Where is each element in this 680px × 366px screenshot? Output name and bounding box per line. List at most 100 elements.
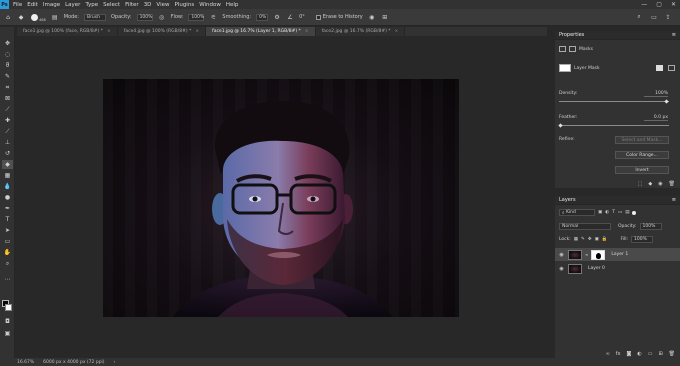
clone-stamp-tool-icon[interactable]: ⊥ xyxy=(2,138,13,147)
layer-style-button[interactable]: fx xyxy=(616,351,621,357)
share-icon[interactable]: ⇪ xyxy=(664,13,672,21)
close-icon[interactable]: ✕ xyxy=(671,1,676,8)
search-icon[interactable]: ⌕ xyxy=(635,13,643,21)
color-range-button[interactable]: Color Range... xyxy=(615,151,669,159)
lock-position-icon[interactable]: ✥ xyxy=(588,237,592,242)
brush-settings-icon[interactable]: ▤ xyxy=(51,13,59,21)
pressure-size-icon[interactable]: ◉ xyxy=(368,13,376,21)
type-tool-icon[interactable]: T xyxy=(2,215,13,224)
erase-to-history-checkbox[interactable]: Erase to History xyxy=(315,14,363,20)
layer-name[interactable]: Layer 0 xyxy=(588,266,605,271)
minimize-icon[interactable]: — xyxy=(641,1,647,8)
adjustment-filter-icon[interactable]: ◐ xyxy=(605,210,609,215)
menu-view[interactable]: View xyxy=(156,2,169,8)
gradient-tool-icon[interactable]: ▦ xyxy=(2,171,13,180)
eraser-tool-icon[interactable]: ◆ xyxy=(2,160,13,169)
close-icon[interactable]: × xyxy=(107,29,111,34)
filter-toggle-icon[interactable] xyxy=(632,210,637,215)
layers-title[interactable]: Layers xyxy=(559,197,576,203)
hand-tool-icon[interactable]: ✋ xyxy=(2,248,13,257)
apply-mask-icon[interactable]: ◆ xyxy=(648,181,652,187)
menu-3d[interactable]: 3D xyxy=(144,2,152,8)
density-slider[interactable] xyxy=(559,101,669,102)
menu-filter[interactable]: Filter xyxy=(125,2,139,8)
properties-title[interactable]: Properties xyxy=(559,32,584,38)
smart-object-filter-icon[interactable]: ▤ xyxy=(625,210,629,215)
new-layer-icon[interactable]: ⊞ xyxy=(658,351,662,357)
lock-all-icon[interactable]: 🔒 xyxy=(602,237,608,242)
tab-face2[interactable]: face2.jpg @ 16.7% (RGB/8#) * × xyxy=(315,27,406,36)
healing-brush-tool-icon[interactable]: ✚ xyxy=(2,116,13,125)
tab-face1-layer1[interactable]: face1.jpg @ 16.7% (Layer 1, RGB/8#) * × xyxy=(206,27,316,36)
pressure-opacity-icon[interactable]: ◎ xyxy=(158,13,166,21)
layer-mask-thumbnail[interactable] xyxy=(591,249,606,260)
home-icon[interactable]: ⌂ xyxy=(4,13,12,21)
layer-row-layer-0[interactable]: ◉ Layer 0 xyxy=(555,262,680,275)
tab-face1-100[interactable]: face1.jpg @ 100% (face, RGB/8#) * × xyxy=(17,27,118,36)
pixel-mask-icon[interactable] xyxy=(559,46,566,52)
path-selection-tool-icon[interactable]: ➤ xyxy=(2,226,13,235)
menu-image[interactable]: Image xyxy=(43,2,60,8)
angle-value[interactable]: 0° xyxy=(299,14,305,20)
delete-icon[interactable]: 🗑 xyxy=(669,181,675,187)
lock-pixels-icon[interactable]: ▦ xyxy=(574,237,578,242)
fill-field[interactable]: 100% xyxy=(631,236,654,243)
blur-tool-icon[interactable]: 💧 xyxy=(2,182,13,191)
blend-mode-select[interactable]: Normal xyxy=(559,223,611,230)
new-group-icon[interactable]: ▭ xyxy=(648,351,653,357)
document-canvas-image[interactable] xyxy=(103,79,459,317)
shape-filter-icon[interactable]: ▭ xyxy=(618,210,622,215)
select-pixel-mask-icon[interactable] xyxy=(656,65,663,71)
panel-menu-icon[interactable]: ≡ xyxy=(672,197,676,203)
menu-edit[interactable]: Edit xyxy=(27,2,38,8)
zoom-tool-icon[interactable]: ⌕ xyxy=(2,259,13,268)
menu-type[interactable]: Type xyxy=(85,2,98,8)
feather-field[interactable]: 0.0 px xyxy=(644,115,668,121)
screen-mode-icon[interactable]: ▣ xyxy=(2,329,13,338)
chain-link-icon[interactable]: ∞ xyxy=(585,252,588,257)
adjustment-layer-icon[interactable]: ◐ xyxy=(637,351,641,357)
feather-slider[interactable] xyxy=(559,125,669,126)
opacity-field[interactable]: 100% xyxy=(639,223,662,230)
quick-mask-icon[interactable]: ◘ xyxy=(2,317,13,326)
visibility-icon[interactable]: ◉ xyxy=(658,181,662,187)
panel-menu-icon[interactable]: ≡ xyxy=(672,32,676,38)
lock-artboard-icon[interactable]: ▣ xyxy=(595,237,599,242)
density-field[interactable]: 100% xyxy=(644,91,668,97)
menu-plugins[interactable]: Plugins xyxy=(174,2,194,8)
menu-file[interactable]: File xyxy=(13,2,22,8)
lock-paint-icon[interactable]: ✎ xyxy=(581,237,585,242)
move-tool-icon[interactable]: ✥ xyxy=(2,39,13,48)
eyedropper-tool-icon[interactable]: ⟋ xyxy=(2,105,13,114)
delete-layer-icon[interactable]: 🗑 xyxy=(669,351,675,357)
checkbox-box[interactable] xyxy=(315,14,321,20)
close-icon[interactable]: × xyxy=(395,29,399,34)
quick-select-tool-icon[interactable]: ✎ xyxy=(2,72,13,81)
load-selection-icon[interactable]: ⬚ xyxy=(638,181,643,187)
close-icon[interactable]: × xyxy=(195,29,199,34)
dodge-tool-icon[interactable]: ● xyxy=(2,193,13,202)
menu-help[interactable]: Help xyxy=(226,2,239,8)
layer-row-layer-1[interactable]: ◉ ∞ Layer 1 xyxy=(555,248,680,261)
airbrush-icon[interactable]: ⚟ xyxy=(209,13,217,21)
tab-face4[interactable]: face4.jpg @ 100% (RGB/8#) * × xyxy=(117,27,207,36)
maximize-icon[interactable]: ▢ xyxy=(656,1,662,8)
layer-mask-thumbnail[interactable] xyxy=(559,64,571,72)
close-icon[interactable]: × xyxy=(305,29,309,34)
menu-window[interactable]: Window xyxy=(199,2,221,8)
workspace-icon[interactable]: ▭ xyxy=(650,13,658,21)
pen-tool-icon[interactable]: ✒ xyxy=(2,204,13,213)
history-brush-tool-icon[interactable]: ↺ xyxy=(2,149,13,158)
density-slider-thumb[interactable] xyxy=(664,99,669,104)
add-vector-mask-icon[interactable] xyxy=(668,65,675,71)
brush-preset-picker[interactable] xyxy=(30,13,38,21)
mode-select[interactable]: Brush xyxy=(84,13,106,21)
brush-tool-icon[interactable]: ⟋ xyxy=(2,127,13,136)
crop-tool-icon[interactable]: ⌗ xyxy=(2,83,13,92)
link-layers-icon[interactable]: ∞ xyxy=(606,351,610,357)
select-and-mask-button[interactable]: Select and Mask... xyxy=(615,136,669,144)
smoothing-field[interactable]: 0% xyxy=(256,13,269,21)
visibility-eye-icon[interactable]: ◉ xyxy=(558,252,565,258)
zoom-level[interactable]: 16.67% xyxy=(17,360,34,365)
lasso-tool-icon[interactable]: ϑ xyxy=(2,61,13,70)
